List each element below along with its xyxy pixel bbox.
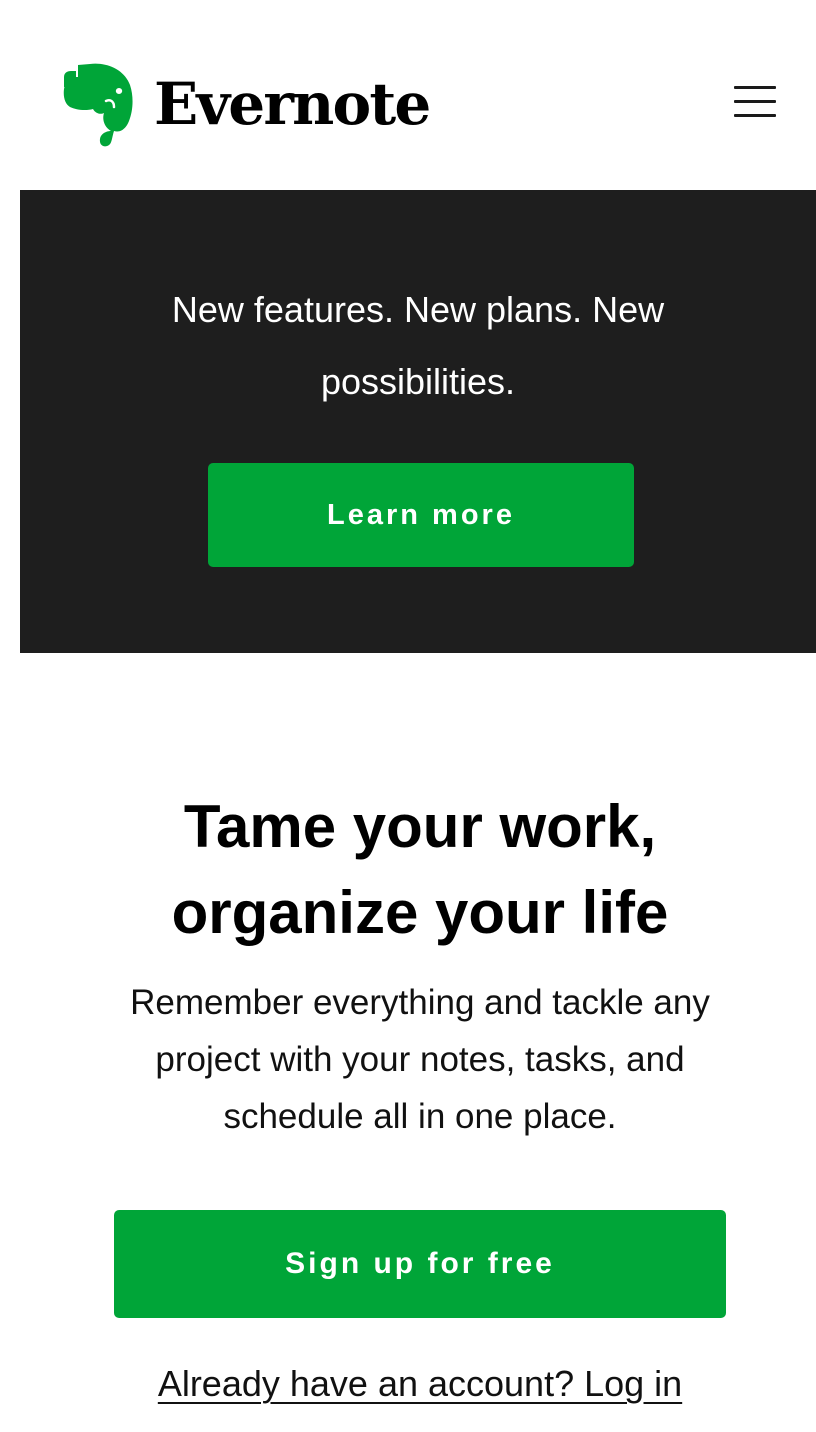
menu-line xyxy=(734,100,776,103)
menu-line xyxy=(734,114,776,117)
hamburger-menu-icon[interactable] xyxy=(730,82,782,122)
menu-line xyxy=(734,86,776,89)
login-link[interactable]: Already have an account? Log in xyxy=(100,1360,740,1408)
site-header: Evernote xyxy=(0,0,816,190)
promo-banner: New features. New plans. New possibiliti… xyxy=(20,190,816,653)
banner-text: New features. New plans. New possibiliti… xyxy=(171,289,665,402)
hero-subtitle: Remember everything and tackle any proje… xyxy=(130,983,710,1136)
hero-title: Tame your work, organize your life xyxy=(171,793,669,946)
brand-name: Evernote xyxy=(154,70,431,138)
elephant-logo-icon xyxy=(63,63,133,147)
evernote-logo[interactable]: Evernote xyxy=(62,60,431,148)
learn-more-button[interactable]: Learn more xyxy=(208,463,634,567)
sign-up-button[interactable]: Sign up for free xyxy=(114,1210,726,1318)
